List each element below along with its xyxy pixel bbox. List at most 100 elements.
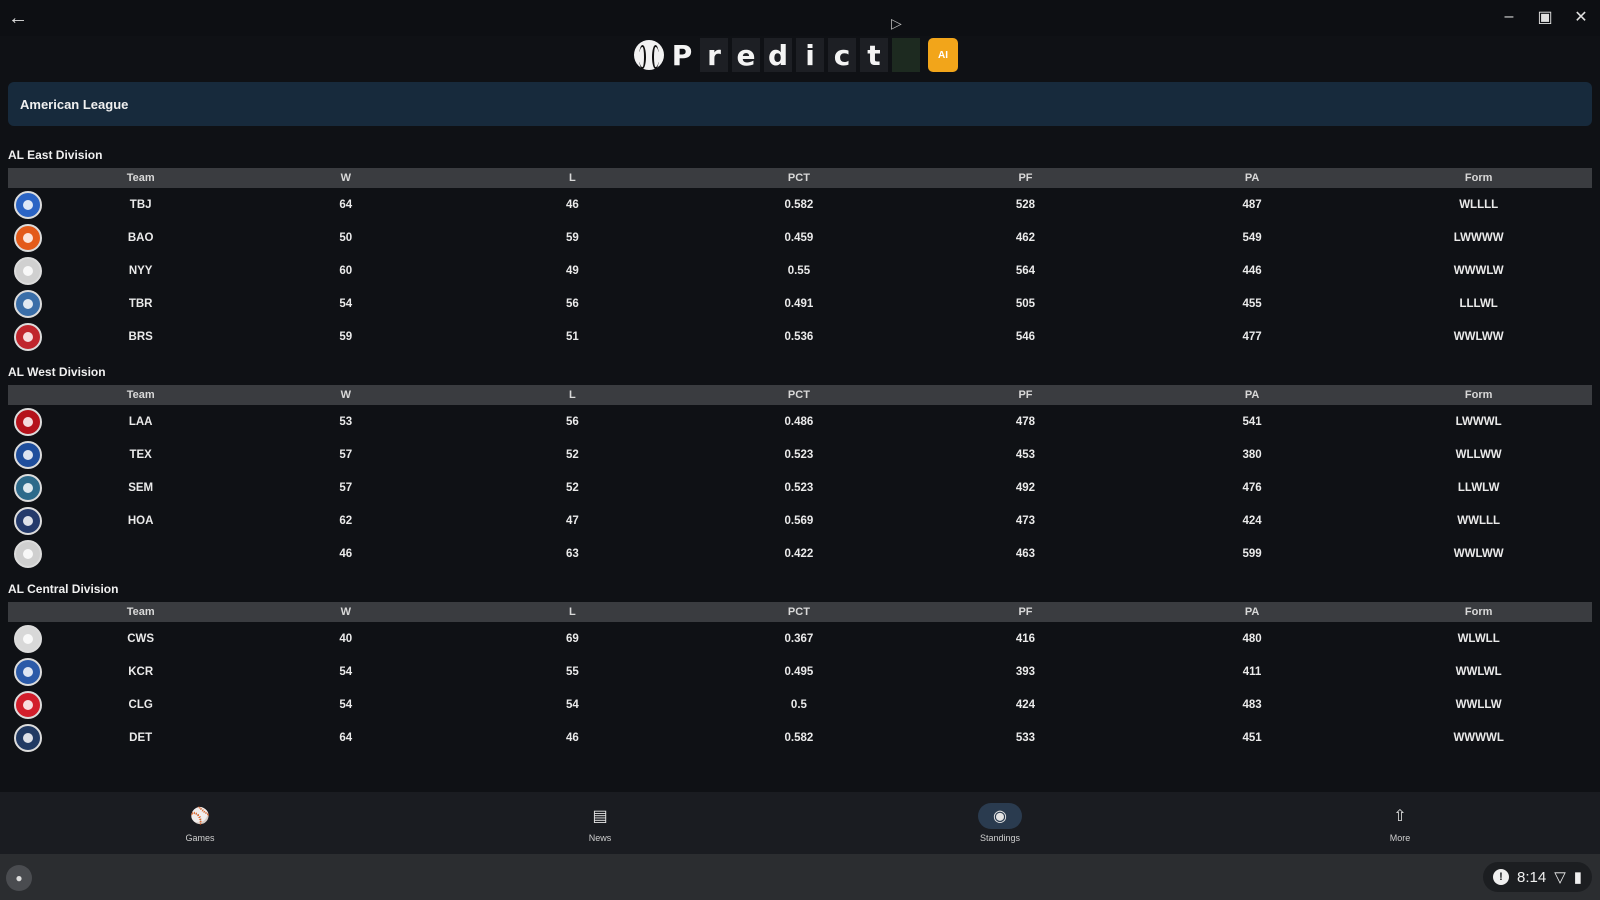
table-row[interactable]: TEX 57 52 0.523 453 380 WLLWW (8, 438, 1592, 471)
back-arrow-icon[interactable]: ← (8, 6, 32, 30)
column-header[interactable]: W (233, 385, 460, 405)
logo-spacer (892, 38, 920, 72)
cell-pf: 473 (1015, 514, 1036, 527)
column-header[interactable]: PF (912, 385, 1139, 405)
column-header[interactable]: PCT (686, 168, 913, 188)
table-row[interactable]: HOA 62 47 0.569 473 424 WWLLL (8, 504, 1592, 537)
table-row[interactable]: 46 63 0.422 463 599 WWLWW (8, 537, 1592, 570)
table-row[interactable]: CWS 40 69 0.367 416 480 WLWLL (8, 622, 1592, 655)
column-header[interactable]: L (459, 385, 686, 405)
cell-pct: 0.422 (784, 547, 814, 560)
column-header[interactable]: L (459, 602, 686, 622)
cell-pf: 533 (1015, 731, 1036, 744)
table-row[interactable]: CLG 54 54 0.5 424 483 WWLLW (8, 688, 1592, 721)
table-row[interactable]: TBJ 64 46 0.582 528 487 WLLLL (8, 188, 1592, 221)
column-header[interactable]: Team (49, 168, 233, 188)
column-header[interactable]: W (233, 602, 460, 622)
cell-form: WWLWL (1455, 665, 1502, 678)
logo-badge: AI (928, 38, 958, 72)
cell-pa: 411 (1242, 665, 1262, 678)
close-icon[interactable]: ✕ (1570, 6, 1592, 28)
cell-form: WWLWW (1453, 547, 1504, 560)
system-tray[interactable]: ! 8:14 ▽ ▮ (1482, 862, 1592, 892)
division-section: AL East Division Team W L PCT PF PA Form TBJ 64 46… (8, 140, 1592, 353)
table-row[interactable]: SEM 57 52 0.523 492 476 LLWLW (8, 471, 1592, 504)
window-title-bar: ← ▷ – ▣ ✕ (0, 0, 1600, 36)
team-logo-icon (14, 190, 43, 219)
column-header[interactable]: PCT (686, 385, 913, 405)
column-header[interactable]: Form (1365, 602, 1592, 622)
table-row[interactable]: TBR 54 56 0.491 505 455 LLLWL (8, 287, 1592, 320)
table-row[interactable]: BAO 50 59 0.459 462 549 LWWWW (8, 221, 1592, 254)
standings-list[interactable]: AL East Division Team W L PCT PF PA Form TBJ 64 46… (8, 140, 1592, 792)
nav-item-standings[interactable]: ◉ Standings (800, 792, 1200, 854)
cell-pf: 478 (1015, 415, 1036, 428)
team-logo-icon (14, 723, 43, 752)
column-header[interactable]: W (233, 168, 460, 188)
cell-form: WWLWW (1453, 330, 1504, 343)
cell-w: 60 (339, 264, 353, 277)
cell-form: LWWWW (1453, 231, 1504, 244)
logo-letter: i (796, 38, 824, 72)
cell-pct: 0.523 (784, 481, 814, 494)
cell-form: LLWLW (1457, 481, 1500, 494)
column-header[interactable]: Team (49, 385, 233, 405)
team-logo-cell (8, 655, 49, 688)
nav-item-news[interactable]: ▤ News (400, 792, 800, 854)
cell-team (49, 537, 233, 570)
cell-l: 46 (565, 198, 579, 211)
column-header[interactable]: Form (1365, 168, 1592, 188)
wifi-icon: ▽ (1554, 869, 1566, 886)
standings-table: Team W L PCT PF PA Form TBJ 64 46 0.582 528 487 WLLLL… (8, 168, 1592, 353)
column-header[interactable]: L (459, 168, 686, 188)
team-logo-icon (14, 624, 43, 653)
cell-w: 57 (339, 481, 353, 494)
cell-pa: 599 (1242, 547, 1262, 560)
logo-letter: P (671, 38, 693, 72)
column-header[interactable]: PCT (686, 602, 913, 622)
team-logo-cell (8, 622, 49, 655)
team-logo-icon (14, 657, 43, 686)
cell-pa: 446 (1242, 264, 1262, 277)
table-row[interactable]: DET 64 46 0.582 533 451 WWWWL (8, 721, 1592, 754)
launcher-icon[interactable]: ● (6, 865, 32, 891)
cell-l: 52 (565, 448, 579, 461)
cell-form: LLLWL (1459, 297, 1498, 310)
table-row[interactable]: KCR 54 55 0.495 393 411 WWLWL (8, 655, 1592, 688)
header-logo-cell (8, 168, 49, 188)
logo-letter: t (860, 38, 888, 72)
column-header[interactable]: PF (912, 168, 1139, 188)
cell-w: 59 (339, 330, 353, 343)
table-row[interactable]: LAA 53 56 0.486 478 541 LWWWL (8, 405, 1592, 438)
baseball-icon (634, 40, 664, 70)
cell-pa: 476 (1242, 481, 1262, 494)
cell-l: 56 (565, 297, 579, 310)
cell-pct: 0.536 (784, 330, 814, 343)
cell-team: SEM (128, 481, 154, 494)
maximize-icon[interactable]: ▣ (1534, 6, 1556, 28)
table-header-row: Team W L PCT PF PA Form (8, 168, 1592, 188)
team-logo-cell (8, 721, 49, 754)
column-header[interactable]: PA (1139, 602, 1366, 622)
column-header[interactable]: PA (1139, 168, 1366, 188)
cell-pf: 462 (1015, 231, 1036, 244)
cell-form: WWWWL (1453, 731, 1504, 744)
league-banner[interactable]: American League (8, 82, 1592, 126)
cell-l: 54 (565, 698, 579, 711)
cell-team: CWS (127, 632, 155, 645)
column-header[interactable]: PA (1139, 385, 1366, 405)
table-row[interactable]: NYY 60 49 0.55 564 446 WWWLW (8, 254, 1592, 287)
cell-form: WLWLL (1457, 632, 1500, 645)
column-header[interactable]: Team (49, 602, 233, 622)
nav-item-games[interactable]: ⚾ Games (0, 792, 400, 854)
division-title: AL Central Division (8, 582, 119, 596)
nav-item-more[interactable]: ⇧ More (1200, 792, 1600, 854)
division-section: AL West Division Team W L PCT PF PA Form LAA 53 56… (8, 357, 1592, 570)
table-row[interactable]: BRS 59 51 0.536 546 477 WWLWW (8, 320, 1592, 353)
cell-pf: 546 (1015, 330, 1036, 343)
column-header[interactable]: PF (912, 602, 1139, 622)
column-header[interactable]: Form (1365, 385, 1592, 405)
cell-pa: 480 (1242, 632, 1262, 645)
cell-w: 54 (339, 698, 353, 711)
minimize-icon[interactable]: – (1498, 6, 1520, 28)
